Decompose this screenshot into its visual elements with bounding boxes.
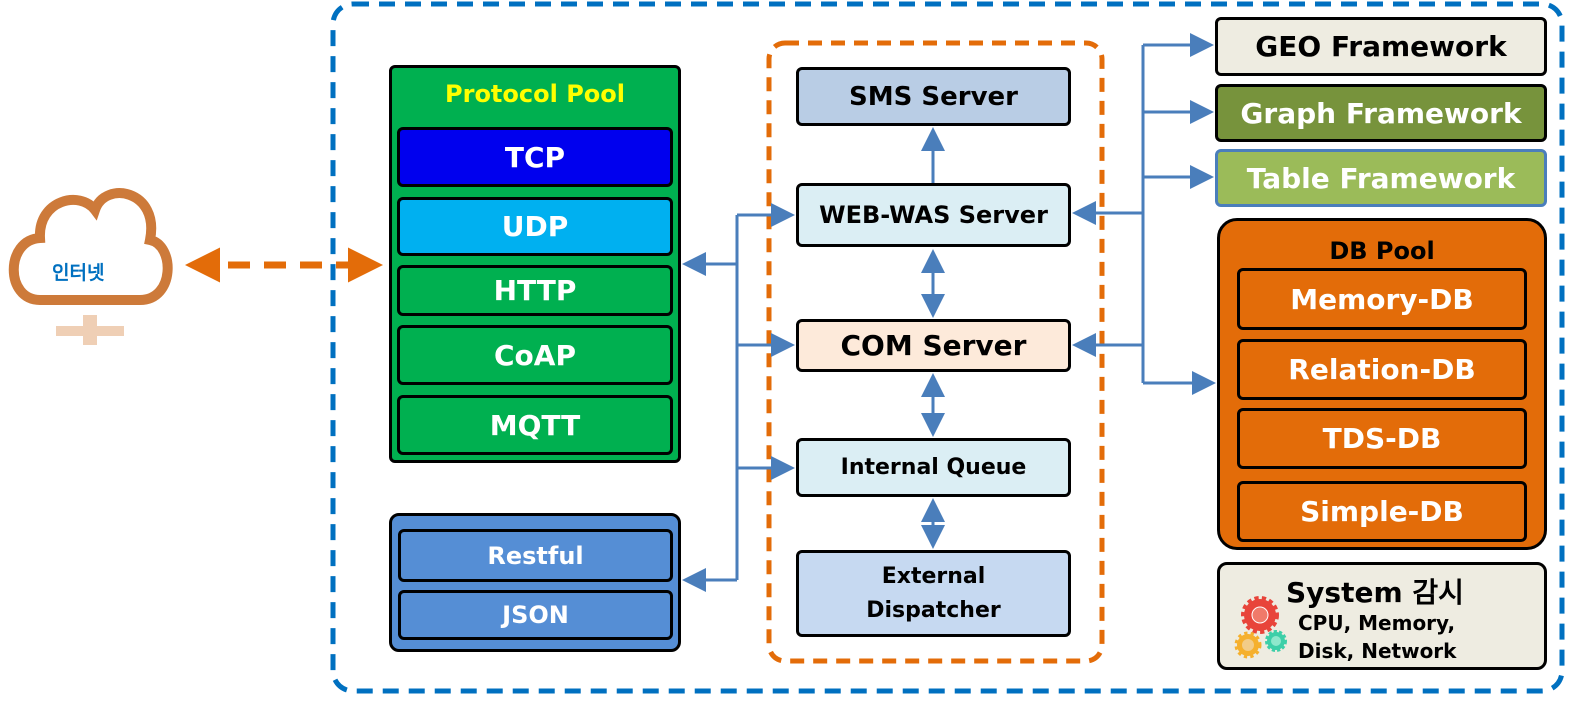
internal-queue: Internal Queue	[796, 438, 1071, 497]
protocol-udp: UDP	[397, 197, 673, 256]
db-simple: Simple-DB	[1237, 481, 1527, 542]
db-relation: Relation-DB	[1237, 339, 1527, 400]
db-tds: TDS-DB	[1237, 408, 1527, 469]
db-memory: Memory-DB	[1237, 268, 1527, 330]
graph-framework: Graph Framework	[1215, 84, 1547, 142]
sms-server: SMS Server	[796, 67, 1071, 126]
api-json: JSON	[398, 590, 673, 640]
api-restful: Restful	[398, 529, 673, 582]
system-title: System 감시	[1286, 576, 1464, 609]
internet-label: 인터넷	[52, 262, 105, 284]
geo-framework: GEO Framework	[1215, 17, 1547, 76]
system-line2: Disk, Network	[1298, 639, 1457, 663]
architecture-diagram: 인터넷 Protocol Pool TCP UDP HTTP CoAP MQTT…	[0, 0, 1588, 704]
web-was-server: WEB-WAS Server	[796, 183, 1071, 247]
protocol-coap: CoAP	[397, 325, 673, 385]
db-pool-title: DB Pool	[1329, 237, 1435, 265]
external-dispatcher: External Dispatcher	[796, 550, 1071, 637]
protocol-http: HTTP	[397, 265, 673, 316]
protocol-pool-title: Protocol Pool	[445, 80, 625, 108]
com-server: COM Server	[796, 319, 1071, 372]
system-line1: CPU, Memory,	[1298, 611, 1456, 635]
system-monitor: System 감시 CPU, Memory, Disk, Network	[1217, 562, 1547, 670]
table-framework: Table Framework	[1215, 149, 1547, 207]
protocol-tcp: TCP	[397, 127, 673, 187]
protocol-mqtt: MQTT	[397, 395, 673, 455]
